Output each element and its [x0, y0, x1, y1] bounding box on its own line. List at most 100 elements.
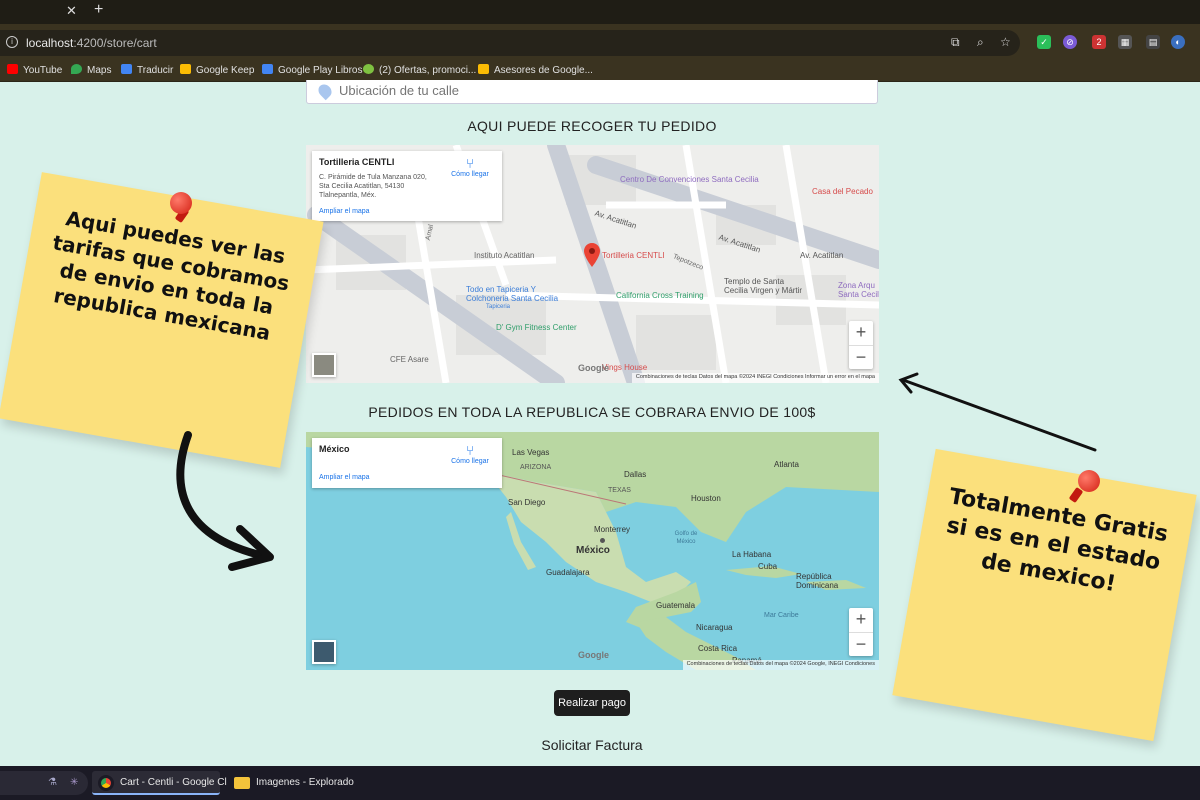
map-place-label: República Dominicana [796, 572, 839, 590]
map-place-label: Atlanta [774, 460, 799, 469]
enlarge-map-link[interactable]: Ampliar el mapa [319, 474, 496, 481]
location-pin-icon [315, 81, 335, 101]
keep-icon [180, 64, 191, 74]
new-tab-icon[interactable]: + [94, 1, 103, 19]
bookmark-star-icon[interactable]: ☆ [1000, 35, 1011, 49]
url-text[interactable]: localhost:4200/store/cart [26, 36, 157, 50]
map-place-label: Dallas [624, 470, 647, 479]
chrome-icon [98, 775, 114, 791]
maps-icon [71, 64, 82, 74]
directions-icon: ⑂ [466, 443, 474, 458]
place-address: C. Pirámide de Tula Manzana 020, Sta Cec… [319, 174, 427, 199]
map-place-label: Houston [691, 494, 721, 503]
shield-extension-icon[interactable]: ✓ [1037, 35, 1051, 49]
google-logo: Google [578, 650, 609, 660]
block-extension-icon[interactable]: ⊘ [1063, 35, 1077, 49]
tab-strip [0, 0, 1200, 24]
map-place-label: Templo de Santa Cecilia Virgen y Mártir [724, 277, 803, 295]
bookmark-maps[interactable]: Maps [71, 64, 111, 76]
nationwide-map[interactable]: México Monterrey Guadalajara La Habana C… [306, 432, 879, 670]
search-highlight-icon[interactable]: ⚗ [48, 771, 57, 795]
widget-icon[interactable]: ✳ [70, 771, 78, 795]
pickup-title: AQUI PUEDE RECOGER TU PEDIDO [467, 118, 717, 134]
close-tab-icon[interactable]: ✕ [66, 3, 77, 19]
reader-extension-icon[interactable]: ▤ [1146, 35, 1160, 49]
zoom-icon[interactable]: ⌕ [977, 35, 984, 50]
youtube-icon [7, 64, 18, 74]
map-place-label: Centro De Convenciones Santa Cecilia [620, 175, 759, 184]
sticky-note-left: Aqui puedes ver las tarifas que cobramos… [0, 172, 324, 468]
sticky-note-right: Totalmente Gratis si es en el estado de … [892, 448, 1197, 742]
map-place-label: La Habana [732, 550, 772, 559]
map-place-label: Costa Rica [698, 644, 738, 653]
map-city-dot [600, 538, 605, 543]
map-water-label: Golfo de México [674, 531, 698, 545]
request-invoice-link[interactable]: Solicitar Factura [306, 737, 878, 753]
pay-button[interactable]: Realizar pago [554, 690, 630, 716]
site-info-icon[interactable]: i [6, 36, 18, 48]
zoom-controls: + − [849, 321, 873, 369]
profile-extension-icon[interactable]: ◐ [1171, 35, 1185, 49]
map-attribution[interactable]: Combinaciones de teclas Datos del mapa ©… [631, 373, 879, 383]
directions-icon: ⑂ [466, 156, 474, 171]
map-place-label: Tapiceria [486, 304, 511, 310]
directions-button[interactable]: ⑂ Cómo llegar [448, 156, 492, 179]
taskbar-explorer-window[interactable]: Imagenes - Explorador d [228, 771, 354, 795]
map-place-label: Nicaragua [696, 623, 733, 632]
extension-badge-icon[interactable]: 2 [1092, 35, 1106, 49]
map-attribution[interactable]: Combinaciones de teclas Datos del mapa ©… [682, 660, 879, 670]
folder-icon [234, 777, 250, 789]
map-place-label: México [576, 545, 610, 556]
zoom-in-button[interactable]: + [849, 321, 873, 345]
google-logo: Google [578, 363, 609, 373]
map-marker-icon[interactable] [584, 243, 600, 267]
play-books-icon [262, 64, 273, 74]
nationwide-info-card: México Ampliar el mapa ⑂ Cómo llegar [312, 438, 502, 488]
map-place-label: ARIZONA [520, 464, 552, 471]
map-place-label: Zona Arqu Santa Cecil [838, 281, 879, 299]
map-place-label: Instituto Acatitlan [474, 251, 535, 260]
bookmark-traducir[interactable]: Traducir [121, 64, 173, 76]
map-place-label: TEXAS [608, 487, 631, 494]
translate-bookmark-icon [121, 64, 132, 74]
pickup-info-card: Tortilleria CENTLI C. Pirámide de Tula M… [312, 151, 502, 221]
bookmark-asesores[interactable]: Asesores de Google... [478, 64, 593, 76]
map-place-label: D' Gym Fitness Center [496, 323, 577, 332]
map-place-label: Las Vegas [512, 448, 550, 457]
street-location-field [306, 80, 878, 104]
map-place-label: Guadalajara [546, 568, 590, 577]
zoom-in-button[interactable]: + [849, 608, 873, 632]
taskbar-chrome-window[interactable]: Cart - Centli - Google Cl [92, 771, 227, 795]
zoom-controls: + − [849, 608, 873, 656]
bookmark-youtube[interactable]: YouTube [7, 64, 62, 76]
map-place-label: CFE Asare [390, 355, 429, 364]
qr-extension-icon[interactable]: ▦ [1118, 35, 1132, 49]
map-place-label: Monterrey [594, 525, 631, 534]
zoom-out-button[interactable]: − [849, 632, 873, 656]
directions-button[interactable]: ⑂ Cómo llegar [448, 443, 492, 466]
map-water-label: Mar Caribe [764, 612, 799, 619]
pickup-map[interactable]: Centro De Convenciones Santa Cecilia Cas… [306, 145, 879, 383]
map-place-label: Cuba [758, 562, 778, 571]
curved-arrow-icon [176, 431, 274, 571]
bookmark-keep[interactable]: Google Keep [180, 64, 254, 76]
enlarge-map-link[interactable]: Ampliar el mapa [319, 208, 496, 215]
bookmark-play-books[interactable]: Google Play Libros [262, 64, 363, 76]
street-location-input[interactable] [339, 82, 859, 98]
bookmark-ofertas[interactable]: (2) Ofertas, promoci... [363, 64, 476, 76]
map-place-label: San Diego [508, 498, 546, 507]
satellite-layer-toggle[interactable] [312, 353, 336, 377]
satellite-layer-toggle[interactable] [312, 640, 336, 664]
marker-label: Tortilleria CENTLI [602, 251, 665, 260]
asesores-icon [478, 64, 489, 74]
note-text: Aqui puedes ver las tarifas que cobramos… [50, 206, 292, 345]
map-place-label: Guatemala [656, 601, 696, 610]
map-place-label: California Cross Training [616, 291, 704, 300]
translate-icon[interactable]: ⧉ [951, 35, 960, 50]
ofertas-icon [363, 64, 374, 74]
nationwide-title: PEDIDOS EN TODA LA REPUBLICA SE COBRARA … [368, 404, 816, 420]
pushpin-icon [170, 192, 192, 214]
note-text: Totalmente Gratis si es en el estado de … [944, 484, 1170, 597]
zoom-out-button[interactable]: − [849, 345, 873, 369]
straight-arrow-icon [898, 372, 1097, 452]
